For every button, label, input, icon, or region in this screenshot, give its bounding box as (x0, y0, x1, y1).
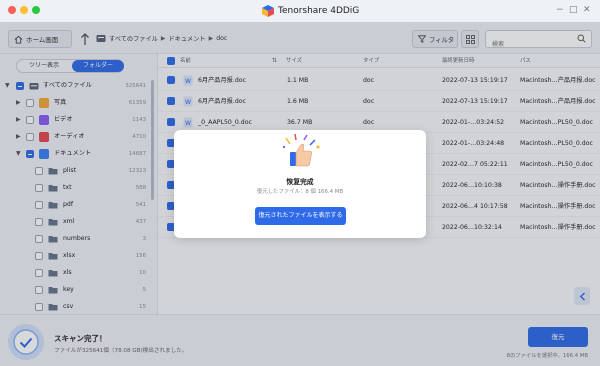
zoom-window-dot[interactable] (32, 6, 40, 14)
dialog-title: 恢复完成 (286, 178, 314, 186)
show-recovered-files-button[interactable]: 復元されたファイルを表示する (255, 207, 346, 225)
close-window-dot[interactable] (8, 6, 16, 14)
app-window: Tenorshare 4DDiG − □ ✕ ホーム画面 すべてのファイル ▶ … (0, 0, 600, 366)
dialog-subtitle: 復元したファイル：8 個 166.4 MB (256, 189, 344, 195)
minimize-button[interactable]: − (556, 5, 564, 15)
title-bar: Tenorshare 4DDiG − □ ✕ (0, 0, 600, 22)
app-logo-icon (262, 5, 274, 17)
thumbs-up-icon (282, 134, 320, 167)
recovery-complete-dialog: 恢复完成 復元したファイル：8 個 166.4 MB 復元されたファイルを表示す… (174, 130, 426, 238)
close-button[interactable]: ✕ (583, 5, 591, 15)
app-brand: Tenorshare 4DDiG (262, 3, 359, 19)
app-title: Tenorshare 4DDiG (278, 6, 360, 16)
maximize-button[interactable]: □ (569, 5, 578, 15)
minimize-window-dot[interactable] (20, 6, 28, 14)
